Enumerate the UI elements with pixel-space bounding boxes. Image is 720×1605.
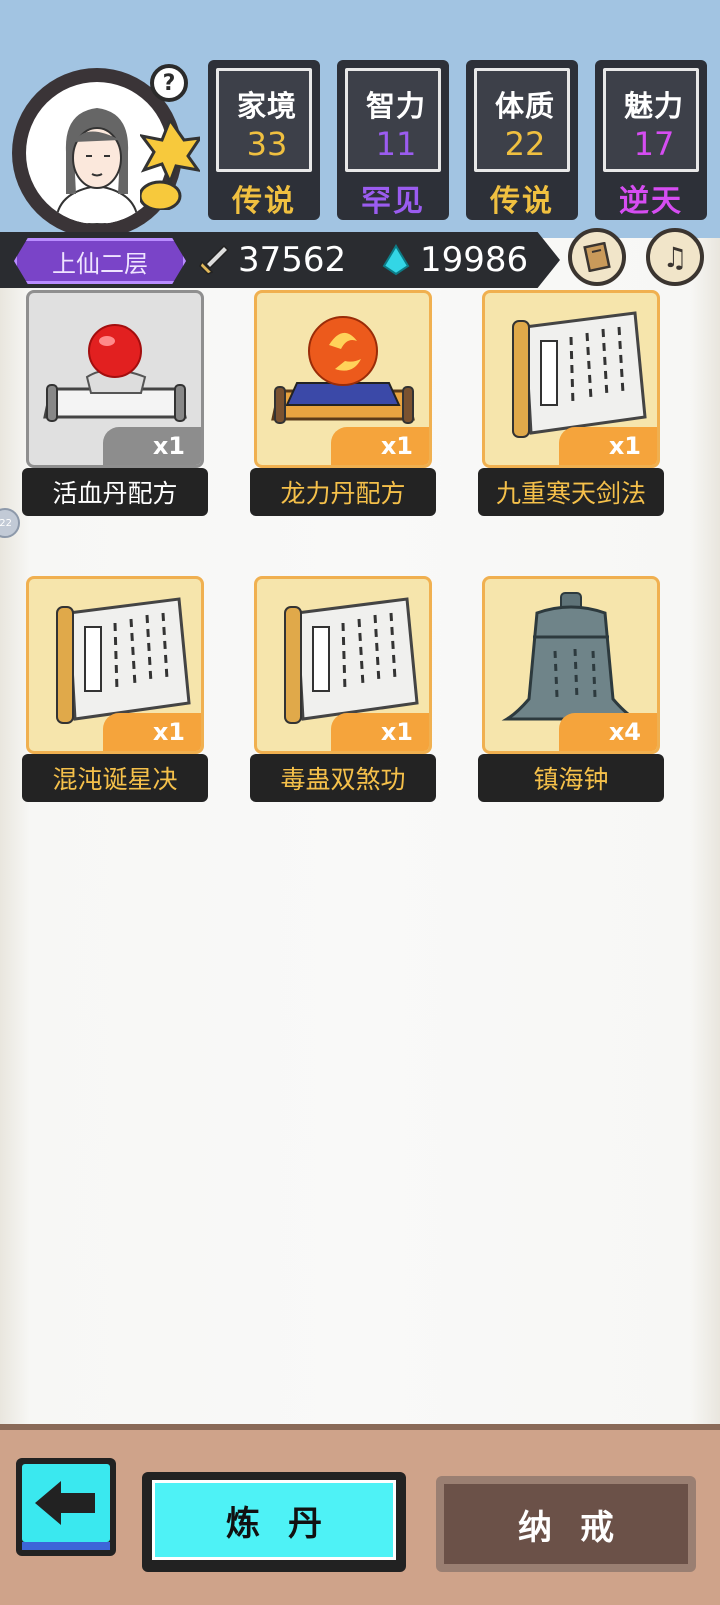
inventory-item[interactable]: x1 混沌诞星决 [22,576,208,806]
stat-rank: 罕见 [361,184,425,219]
inventory-item[interactable]: x1 龙力丹配方 [250,290,436,520]
alchemy-button[interactable]: 炼丹 [142,1472,406,1572]
back-button[interactable] [16,1458,116,1556]
stat-value: 17 [633,125,675,163]
stat-value: 11 [375,125,417,163]
item-quantity: x4 [559,713,657,751]
sword-resource-value: 37562 [238,240,347,280]
help-button[interactable]: ? [150,64,188,102]
item-tile: x4 [482,576,660,754]
stat-panel: 体质 22 [474,68,570,172]
codex-button[interactable] [568,228,626,286]
stat-value: 33 [246,125,288,163]
item-tile: x1 [482,290,660,468]
sword-resource: 37562 [198,236,346,284]
stat-panel: 家境 33 [216,68,312,172]
item-name: 活血丹配方 [22,468,208,516]
item-name: 混沌诞星决 [22,754,208,802]
stat-card-charm[interactable]: 魅力 17 逆天 [595,60,707,220]
inventory-item[interactable]: x1 九重寒天剑法 [478,290,664,520]
book-icon [583,242,611,272]
inventory-item[interactable]: x1 毒蛊双煞功 [250,576,436,806]
back-button-strip [22,1542,110,1550]
item-quantity: x1 [331,427,429,465]
item-name: 镇海钟 [478,754,664,802]
item-name: 龙力丹配方 [250,468,436,516]
gold-flower-icon [140,120,200,210]
stat-name: 智力 [365,89,426,123]
sword-icon [199,244,230,275]
music-button[interactable]: ♫ [646,228,704,286]
stat-value: 22 [504,125,546,163]
alchemy-button-label: 炼丹 [152,1480,396,1560]
player-avatar[interactable]: ? [12,64,200,240]
stat-panel: 魅力 17 [603,68,699,172]
stat-panel: 智力 11 [345,68,441,172]
crystal-resource-value: 19986 [420,240,529,280]
stat-rank: 传说 [232,184,296,219]
stat-rank: 逆天 [619,184,683,219]
stat-name: 家境 [236,89,297,123]
item-tile: x1 [26,576,204,754]
item-quantity: x1 [331,713,429,751]
stat-name: 魅力 [623,89,684,123]
stat-rank: 传说 [490,184,554,219]
left-arrow-icon [35,1481,95,1525]
music-note-icon: ♫ [662,240,688,274]
side-float-label: 22 [0,517,12,529]
stat-name: 体质 [494,89,555,123]
item-tile: x1 [26,290,204,468]
realm-badge[interactable]: 上仙二层 [14,238,186,284]
item-quantity: x1 [103,427,201,465]
item-tile: x1 [254,576,432,754]
item-tile: x1 [254,290,432,468]
crystal-icon [382,244,410,276]
stat-card-family[interactable]: 家境 33 传说 [208,60,320,220]
storage-ring-button-label: 纳戒 [444,1484,688,1564]
crystal-resource: 19986 [380,236,528,284]
stat-card-constitution[interactable]: 体质 22 传说 [466,60,578,220]
storage-ring-button[interactable]: 纳戒 [436,1476,696,1572]
item-name: 毒蛊双煞功 [250,754,436,802]
inventory-item[interactable]: x4 镇海钟 [478,576,664,806]
item-name: 九重寒天剑法 [478,468,664,516]
stat-card-intelligence[interactable]: 智力 11 罕见 [337,60,449,220]
back-button-face [22,1464,110,1542]
inventory-item[interactable]: x1 活血丹配方 [22,290,208,520]
item-quantity: x1 [103,713,201,751]
item-quantity: x1 [559,427,657,465]
